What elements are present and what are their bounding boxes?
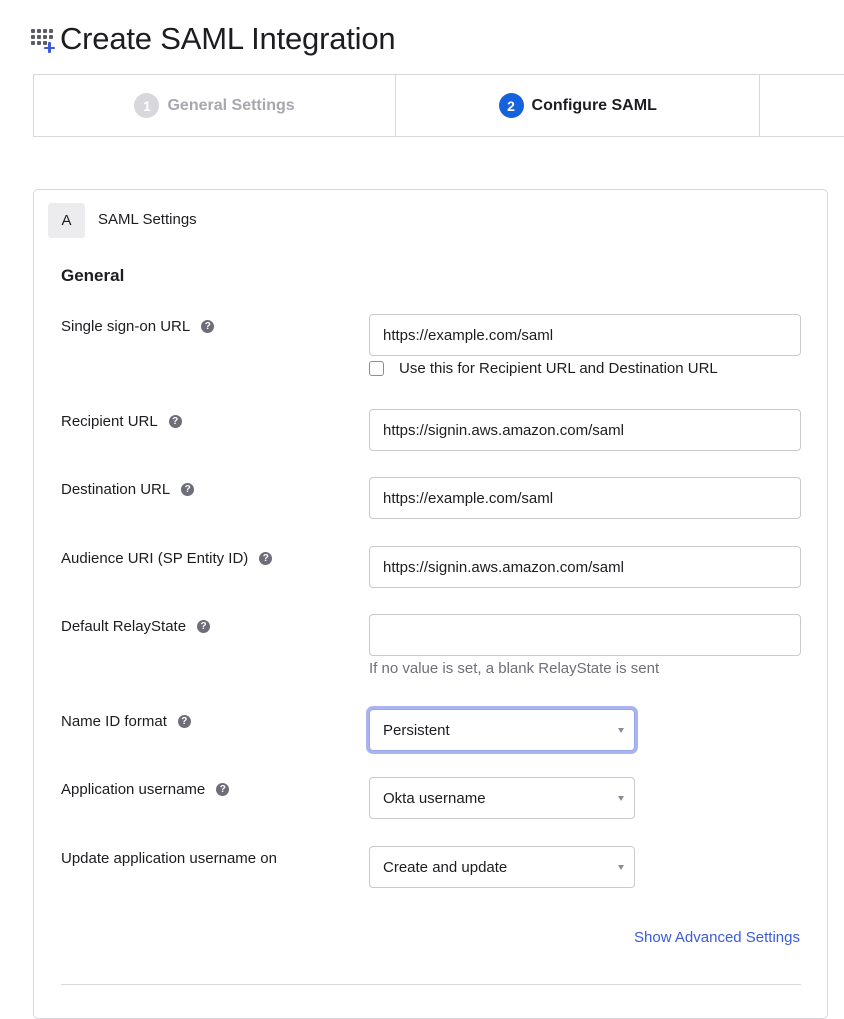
- step-label-general-settings: General Settings: [167, 96, 295, 114]
- use-for-recipient-checkbox[interactable]: [369, 361, 384, 376]
- show-advanced-settings-link[interactable]: Show Advanced Settings: [634, 929, 800, 946]
- chevron-down-icon: [618, 728, 624, 733]
- step-general-settings[interactable]: 1 General Settings: [34, 75, 397, 136]
- sso-url-input[interactable]: [369, 314, 801, 356]
- name-id-format-select[interactable]: Persistent: [369, 709, 635, 751]
- audience-uri-label: Audience URI (SP Entity ID) ?: [61, 550, 273, 567]
- app-username-label-text: Application username: [61, 781, 206, 798]
- name-id-format-label: Name ID format ?: [61, 713, 191, 730]
- help-icon[interactable]: ?: [181, 483, 195, 496]
- recipient-url-input[interactable]: [369, 409, 801, 451]
- destination-url-label-text: Destination URL: [61, 481, 171, 498]
- use-for-recipient-label[interactable]: Use this for Recipient URL and Destinati…: [399, 360, 718, 377]
- group-title: General: [61, 266, 125, 285]
- relay-state-label: Default RelayState ?: [61, 618, 211, 635]
- help-icon[interactable]: ?: [177, 715, 191, 728]
- update-username-on-select[interactable]: Create and update: [369, 846, 635, 888]
- sso-url-label: Single sign-on URL ?: [61, 318, 215, 335]
- destination-url-label: Destination URL ?: [61, 481, 195, 498]
- section-divider: [61, 984, 801, 985]
- relay-state-input[interactable]: [369, 614, 801, 656]
- name-id-format-label-text: Name ID format: [61, 713, 167, 730]
- wizard-stepper: 1 General Settings 2 Configure SAML: [33, 74, 844, 137]
- update-username-on-label: Update application username on: [61, 850, 277, 867]
- section-title: SAML Settings: [98, 211, 197, 228]
- step-label-configure-saml: Configure SAML: [531, 96, 657, 114]
- step-next-partial: [760, 75, 844, 136]
- help-icon[interactable]: ?: [197, 620, 211, 633]
- section-badge: A: [48, 203, 85, 238]
- app-grid-plus-icon: [31, 28, 58, 56]
- step-configure-saml[interactable]: 2 Configure SAML: [396, 75, 761, 136]
- app-username-value: Okta username: [383, 789, 486, 807]
- page-title: Create SAML Integration: [60, 21, 396, 56]
- name-id-format-value: Persistent: [383, 721, 450, 739]
- destination-url-input[interactable]: [369, 477, 801, 519]
- sso-url-label-text: Single sign-on URL: [61, 318, 191, 335]
- relay-state-hint: If no value is set, a blank RelayState i…: [369, 660, 660, 677]
- audience-uri-input[interactable]: [369, 546, 801, 588]
- chevron-down-icon: [618, 796, 624, 801]
- recipient-url-label-text: Recipient URL: [61, 413, 158, 430]
- update-username-on-label-text: Update application username on: [61, 850, 277, 867]
- audience-uri-label-text: Audience URI (SP Entity ID): [61, 550, 249, 567]
- relay-state-label-text: Default RelayState: [61, 618, 187, 635]
- use-for-recipient-row[interactable]: Use this for Recipient URL and Destinati…: [369, 360, 718, 377]
- saml-settings-card: A SAML Settings General Single sign-on U…: [33, 189, 828, 1019]
- app-username-label: Application username ?: [61, 781, 230, 798]
- step-number-1: 1: [134, 93, 160, 118]
- help-icon[interactable]: ?: [201, 320, 215, 333]
- step-number-2: 2: [498, 93, 524, 118]
- help-icon[interactable]: ?: [168, 415, 182, 428]
- page-header: Create SAML Integration: [31, 18, 396, 60]
- update-username-on-value: Create and update: [383, 858, 508, 876]
- chevron-down-icon: [618, 865, 624, 870]
- help-icon[interactable]: ?: [216, 783, 230, 796]
- recipient-url-label: Recipient URL ?: [61, 413, 182, 430]
- app-username-select[interactable]: Okta username: [369, 777, 635, 819]
- help-icon[interactable]: ?: [259, 552, 273, 565]
